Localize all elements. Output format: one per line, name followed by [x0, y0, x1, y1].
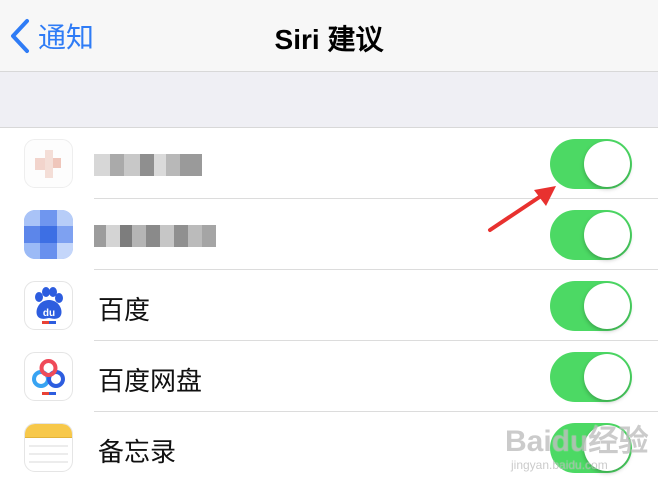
baidu-netdisk-icon [24, 352, 73, 401]
siri-suggestion-toggle[interactable] [550, 352, 632, 402]
blurred-app-icon [24, 139, 73, 188]
toggle-knob [584, 354, 630, 400]
blurred-app-label [94, 154, 202, 176]
app-label: 百度网盘 [98, 366, 203, 396]
section-header-spacer [0, 72, 658, 128]
toggle-knob [584, 141, 630, 187]
blurred-app-icon [24, 210, 73, 259]
blurred-app-label [94, 225, 216, 247]
app-label: 备忘录 [98, 437, 177, 467]
siri-suggestion-toggle[interactable] [550, 281, 632, 331]
notes-icon [24, 423, 73, 472]
navigation-bar: 通知 Siri 建议 [0, 0, 658, 72]
toggle-knob [584, 283, 630, 329]
app-label: 百度 [98, 295, 151, 325]
page-title: Siri 建议 [274, 24, 384, 55]
watermark-url: jingyan.baidu.com [511, 458, 608, 472]
annotation-arrow-icon [488, 186, 556, 232]
baidu-jingyan-watermark: Baidu经验 jingyan.baidu.com [505, 416, 655, 476]
toggle-knob [584, 212, 630, 258]
list-item-baidu-netdisk: 百度网盘 [0, 341, 658, 412]
list-item-baidu: du 百度 [0, 270, 658, 341]
watermark-logo-text: Baidu经验 [505, 425, 649, 458]
svg-text:du: du [43, 308, 55, 319]
baidu-paw-icon: du [24, 281, 73, 330]
